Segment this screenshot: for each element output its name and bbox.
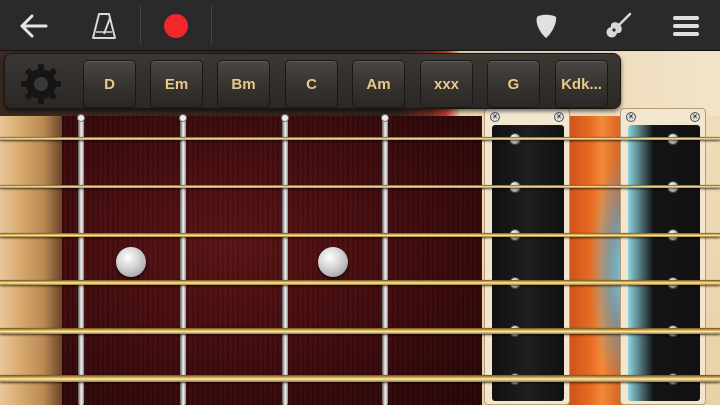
guitar-select-button[interactable] [600, 0, 636, 51]
arrow-left-icon [20, 14, 48, 37]
pickup-bridge[interactable]: × × [620, 108, 706, 405]
fret-end [281, 114, 289, 122]
fret-end [77, 114, 85, 122]
pickup-cover [492, 125, 564, 401]
fret [78, 116, 84, 405]
fret-end [179, 114, 187, 122]
back-button[interactable] [14, 0, 54, 51]
fret-inlay-dot [116, 247, 146, 277]
toolbar-divider [140, 6, 141, 44]
pickup-close-icon[interactable]: × [690, 112, 700, 122]
guitar-string-5[interactable] [0, 328, 720, 334]
metronome-icon [92, 12, 116, 39]
fret-inlay-dot [318, 247, 348, 277]
guitar-string-6[interactable] [0, 375, 720, 382]
settings-button[interactable] [19, 62, 63, 106]
guitar-string-2[interactable] [0, 185, 720, 188]
fret-end [381, 114, 389, 122]
pickup-close-icon[interactable]: × [554, 112, 564, 122]
toolbar-divider [211, 6, 212, 44]
guitar-view: × × × × D Em Bm C Am xxx G Kdk... [0, 51, 720, 405]
guitar-pick-icon [536, 14, 557, 38]
chord-button-8[interactable]: Kdk... [555, 60, 608, 108]
guitar-icon [606, 12, 632, 37]
pickup-neck[interactable]: × × [484, 108, 570, 405]
chord-button-1[interactable]: D [83, 60, 136, 108]
pick-button[interactable] [528, 0, 564, 51]
fret [180, 116, 186, 405]
chord-button-3[interactable]: Bm [217, 60, 270, 108]
fret [382, 116, 388, 405]
pickup-close-icon[interactable]: × [490, 112, 500, 122]
nut [0, 116, 62, 405]
fret [282, 116, 288, 405]
metronome-button[interactable] [84, 0, 124, 51]
menu-button[interactable] [668, 0, 704, 51]
chord-button-5[interactable]: Am [352, 60, 405, 108]
top-app-bar [0, 0, 720, 51]
chord-button-6[interactable]: xxx [420, 60, 473, 108]
guitar-string-4[interactable] [0, 280, 720, 285]
guitar-string-3[interactable] [0, 233, 720, 237]
hamburger-menu-icon [673, 15, 699, 36]
record-icon [164, 13, 188, 38]
chord-toolbar: D Em Bm C Am xxx G Kdk... [4, 53, 621, 109]
pickup-cover [628, 125, 700, 401]
chord-button-2[interactable]: Em [150, 60, 203, 108]
chord-button-4[interactable]: C [285, 60, 338, 108]
pickup-close-icon[interactable]: × [626, 112, 636, 122]
chord-button-7[interactable]: G [487, 60, 540, 108]
record-button[interactable] [156, 0, 196, 51]
gear-icon [21, 64, 61, 104]
guitar-string-1[interactable] [0, 137, 720, 140]
